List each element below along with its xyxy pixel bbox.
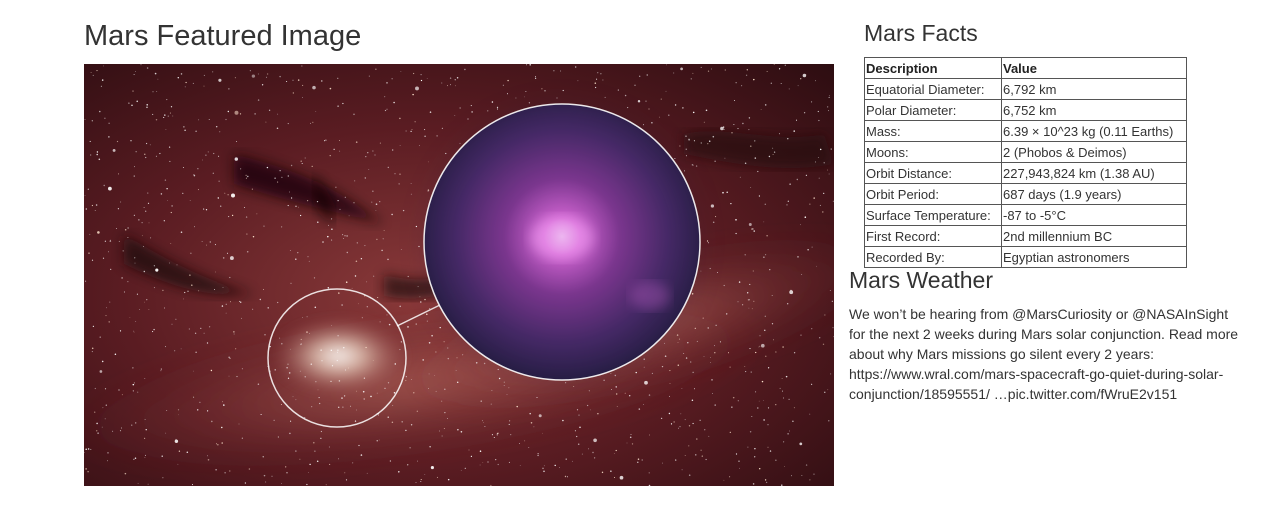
fact-value: 2nd millennium BC [1001,225,1187,247]
fact-value: 6,752 km [1001,99,1187,121]
fact-value: -87 to -5°C [1001,204,1187,226]
table-row: Surface Temperature: -87 to -5°C [864,204,1187,226]
table-row: Orbit Distance: 227,943,824 km (1.38 AU) [864,162,1187,184]
tweet-text-line: https://www.wral.com/mars-spacecraft-go-… [849,366,1224,382]
fact-description: First Record: [864,225,1002,247]
fact-description: Moons: [864,141,1002,163]
fact-value: 6.39 × 10^23 kg (0.11 Earths) [1001,120,1187,142]
featured-image-title: Mars Featured Image [84,20,362,52]
fact-description: Equatorial Diameter: [864,78,1002,100]
table-row: First Record: 2nd millennium BC [864,225,1187,247]
tweet-text-line: about why Mars missions go silent every … [849,346,1155,362]
table-row: Recorded By: Egyptian astronomers [864,246,1187,268]
fact-description: Mass: [864,120,1002,142]
column-header-description: Description [864,57,1002,79]
fact-description: Recorded By: [864,246,1002,268]
page: Mars Featured Image Mars Facts Descripti… [0,0,1265,515]
mars-weather-title: Mars Weather [849,267,994,293]
fact-description: Orbit Distance: [864,162,1002,184]
column-header-value: Value [1001,57,1187,79]
fact-value: 2 (Phobos & Deimos) [1001,141,1187,163]
tweet-text-line: for the next 2 weeks during Mars solar c… [849,326,1239,342]
table-header-row: Description Value [864,57,1187,79]
table-row: Polar Diameter: 6,752 km [864,99,1187,121]
fact-description: Orbit Period: [864,183,1002,205]
fact-description: Polar Diameter: [864,99,1002,121]
fact-value: 6,792 km [1001,78,1187,100]
featured-image[interactable] [84,64,834,486]
table-row: Equatorial Diameter: 6,792 km [864,78,1187,100]
mars-facts-table: Description Value Equatorial Diameter: 6… [864,57,1187,268]
table-row: Moons: 2 (Phobos & Deimos) [864,141,1187,163]
fact-value: 227,943,824 km (1.38 AU) [1001,162,1187,184]
tweet-text-line: We won’t be hearing from @MarsCuriosity … [849,306,1229,322]
mars-facts-title: Mars Facts [864,20,978,46]
fact-value: Egyptian astronomers [1001,246,1187,268]
table-row: Mass: 6.39 × 10^23 kg (0.11 Earths) [864,120,1187,142]
fact-description: Surface Temperature: [864,204,1002,226]
tweet-text-line: conjunction/18595551/ …pic.twitter.com/f… [849,386,1178,402]
mars-weather-tweet: We won’t be hearing from @MarsCuriosity … [849,304,1249,404]
table-row: Orbit Period: 687 days (1.9 years) [864,183,1187,205]
fact-value: 687 days (1.9 years) [1001,183,1187,205]
